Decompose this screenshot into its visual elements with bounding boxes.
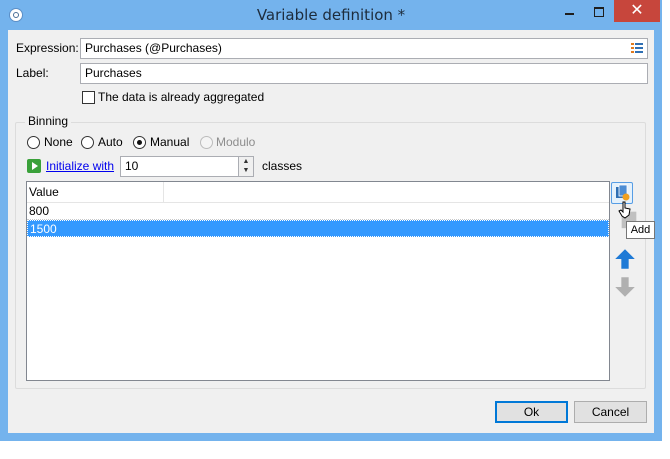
expression-label: Expression: bbox=[16, 41, 79, 55]
binning-modulo-label: Modulo bbox=[216, 135, 256, 149]
go-arrow-icon bbox=[27, 159, 41, 173]
maximize-button[interactable] bbox=[585, 0, 612, 22]
dialog-body: Expression: Purchases (@Purchases) Label… bbox=[8, 30, 655, 433]
binning-manual-label: Manual bbox=[150, 135, 190, 149]
initialize-with-link[interactable]: Initialize with bbox=[46, 159, 114, 173]
aggregated-checkbox[interactable] bbox=[82, 91, 95, 104]
binning-auto-radio[interactable] bbox=[81, 136, 94, 149]
maximize-icon bbox=[593, 6, 604, 17]
spinner-down-icon[interactable]: ▼ bbox=[239, 166, 253, 175]
binning-modulo-radio bbox=[200, 136, 213, 149]
list-row[interactable]: 800 bbox=[27, 203, 609, 220]
classes-count-input[interactable]: 10 bbox=[120, 156, 254, 177]
minimize-icon bbox=[565, 12, 574, 15]
title-bar[interactable]: Variable definition * ✕ bbox=[0, 0, 662, 30]
classes-label: classes bbox=[262, 159, 303, 173]
value-column-header[interactable]: Value bbox=[27, 182, 164, 202]
label-label: Label: bbox=[16, 66, 49, 80]
expression-field[interactable]: Purchases (@Purchases) bbox=[80, 38, 648, 59]
move-up-icon[interactable] bbox=[614, 248, 636, 270]
close-icon: ✕ bbox=[630, 2, 644, 19]
cancel-button[interactable]: Cancel bbox=[574, 401, 647, 423]
binning-manual-radio[interactable] bbox=[133, 136, 146, 149]
minimize-button[interactable] bbox=[556, 0, 583, 22]
mouse-pointer-icon bbox=[618, 201, 631, 219]
classes-spinner[interactable]: ▲ ▼ bbox=[238, 157, 253, 176]
move-down-icon bbox=[615, 277, 635, 297]
add-icon bbox=[616, 184, 630, 201]
ok-button[interactable]: Ok bbox=[495, 401, 568, 423]
binning-auto-label: Auto bbox=[98, 135, 123, 149]
label-field[interactable]: Purchases bbox=[80, 63, 648, 84]
list-header: Value bbox=[27, 182, 609, 203]
binning-none-label: None bbox=[44, 135, 73, 149]
add-tooltip: Add bbox=[626, 221, 655, 239]
spinner-up-icon[interactable]: ▲ bbox=[239, 157, 253, 166]
binning-title: Binning bbox=[25, 114, 72, 128]
aggregated-label: The data is already aggregated bbox=[98, 90, 265, 104]
values-list[interactable]: Value 800 1500 bbox=[26, 181, 610, 381]
list-row-selected[interactable]: 1500 bbox=[27, 220, 609, 237]
expression-editor-icon[interactable] bbox=[630, 41, 644, 55]
close-button[interactable]: ✕ bbox=[614, 0, 660, 22]
dialog-window: Variable definition * ✕ Expression: Purc… bbox=[0, 0, 662, 441]
binning-none-radio[interactable] bbox=[27, 136, 40, 149]
